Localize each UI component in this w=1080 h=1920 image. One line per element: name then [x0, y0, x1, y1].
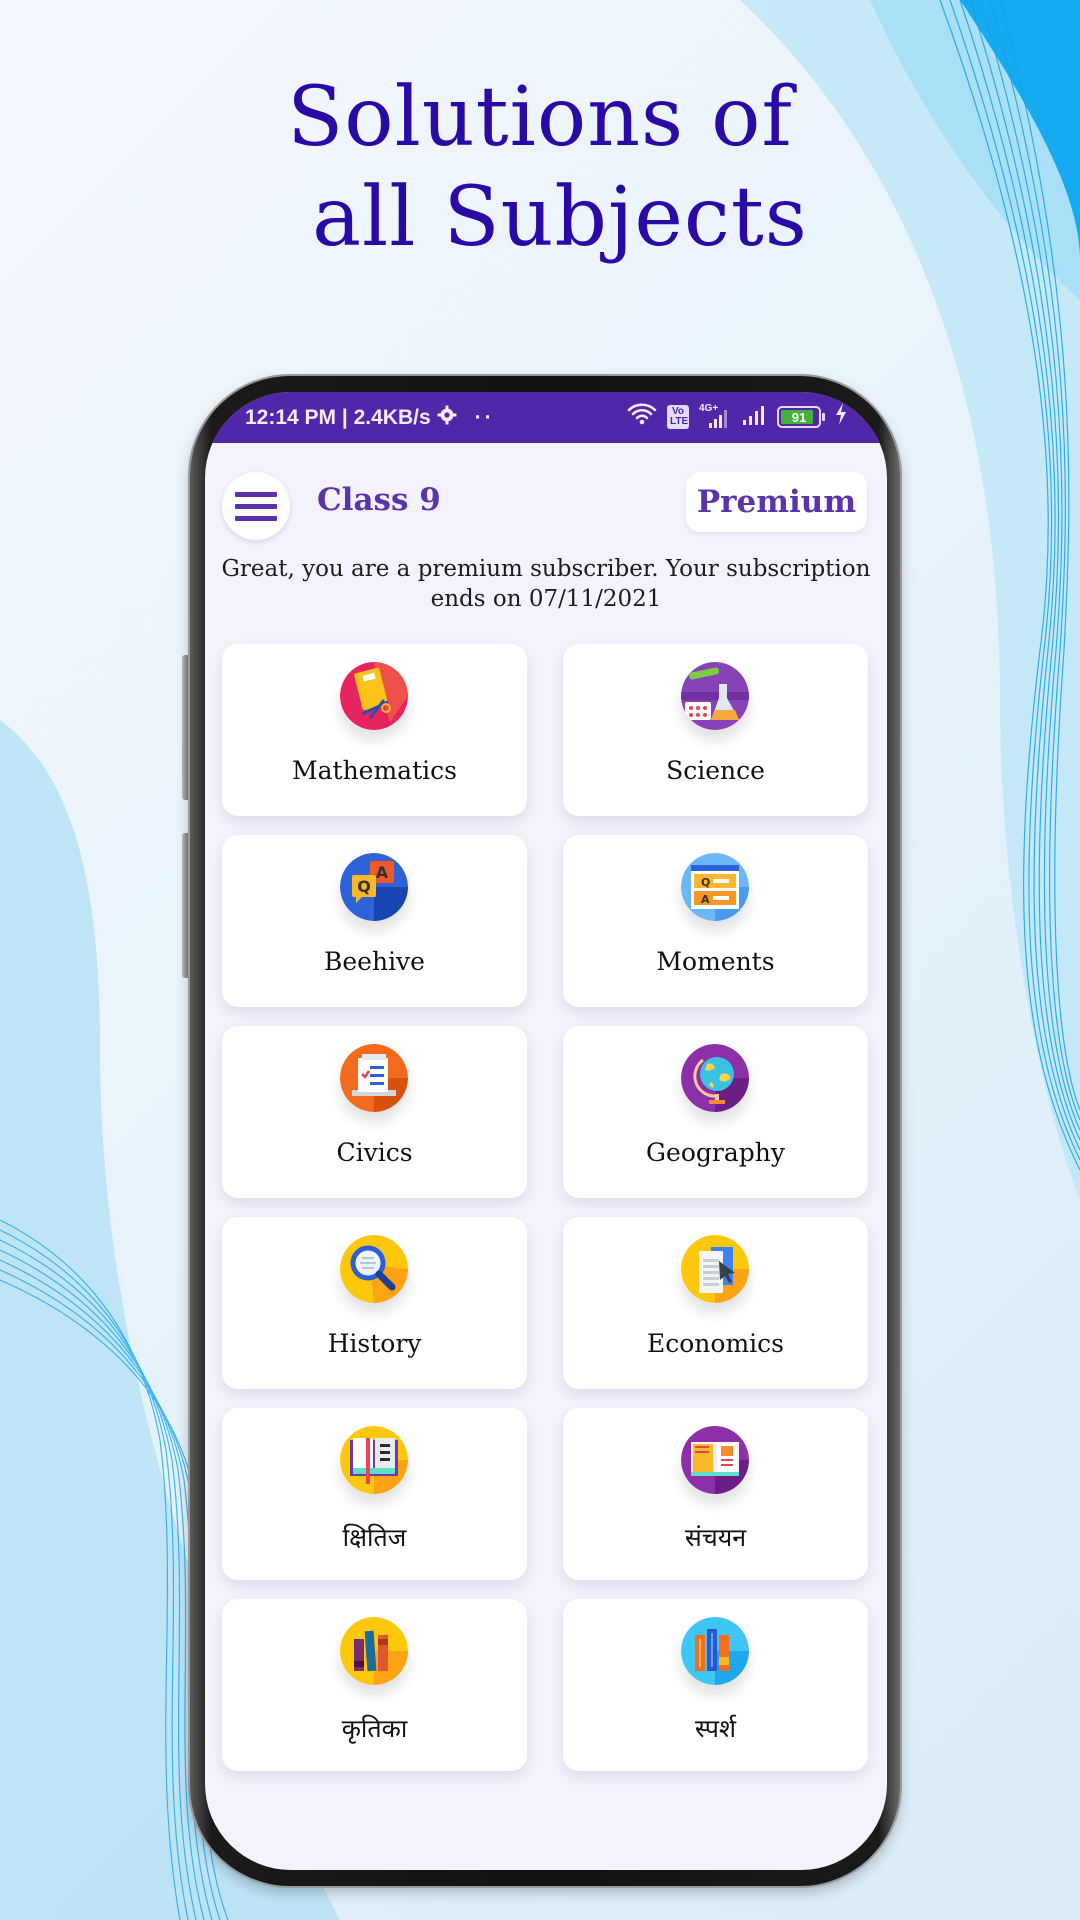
subject-label: Moments: [656, 947, 775, 976]
subject-label: Civics: [336, 1138, 413, 1167]
power-button: [182, 833, 190, 978]
science-lab-icon: [681, 662, 749, 730]
headline-line-2: all Subjects: [312, 170, 808, 265]
subject-card-mathematics[interactable]: Mathematics: [222, 644, 527, 816]
books-shelf-icon: [340, 1617, 408, 1685]
volume-button: [182, 655, 190, 800]
status-time: 12:14 PM | 2.4KB/s: [245, 406, 431, 429]
open-book-icon: [340, 1426, 408, 1494]
subject-card-moments[interactable]: QA Moments: [563, 835, 868, 1007]
signal-icon: [741, 402, 767, 432]
charging-icon: [835, 403, 847, 431]
subject-label: Geography: [646, 1138, 785, 1167]
svg-text:Q: Q: [357, 877, 371, 896]
wifi-icon: [627, 402, 657, 432]
subject-card-sparsh[interactable]: स्पर्श: [563, 1599, 868, 1771]
subject-card-beehive[interactable]: AQ Beehive: [222, 835, 527, 1007]
subject-label: Mathematics: [292, 756, 457, 785]
subject-label: संचयन: [684, 1523, 747, 1552]
subject-label: कृतिका: [341, 1714, 408, 1743]
books-blue-icon: [681, 1617, 749, 1685]
math-book-icon: [340, 662, 408, 730]
subject-label: Beehive: [324, 947, 425, 976]
subject-card-science[interactable]: Science: [563, 644, 868, 816]
magnifier-icon: [340, 1235, 408, 1303]
subject-card-geography[interactable]: Geography: [563, 1026, 868, 1198]
more-dots-icon: ··: [474, 406, 495, 429]
status-bar: 12:14 PM | 2.4KB/s ·· Vo LTE 4G+ 91: [205, 392, 887, 443]
qa-board-icon: QA: [681, 853, 749, 921]
svg-text:A: A: [376, 863, 389, 882]
open-book-purple-icon: [681, 1426, 749, 1494]
svg-text:Q: Q: [701, 876, 710, 889]
subject-card-kritika[interactable]: कृतिका: [222, 1599, 527, 1771]
hamburger-menu-icon: [235, 491, 277, 497]
subject-label: Science: [666, 756, 765, 785]
subject-label: History: [327, 1329, 422, 1358]
premium-button[interactable]: Premium: [686, 472, 867, 532]
qa-chat-icon: AQ: [340, 853, 408, 921]
subject-label: क्षितिज: [342, 1523, 407, 1552]
subject-card-sanchayan[interactable]: संचयन: [563, 1408, 868, 1580]
subject-card-civics[interactable]: Civics: [222, 1026, 527, 1198]
phone-screen: 12:14 PM | 2.4KB/s ·· Vo LTE 4G+ 91 Clas…: [205, 392, 887, 1870]
subject-card-history[interactable]: History: [222, 1217, 527, 1389]
subject-label: स्पर्श: [695, 1714, 736, 1743]
settings-icon: [437, 405, 457, 431]
globe-icon: [681, 1044, 749, 1112]
signal-4g-icon: 4G+: [699, 403, 731, 429]
class-title: Class 9: [317, 482, 441, 518]
hamburger-menu-button[interactable]: [222, 472, 290, 540]
battery-icon: 91: [777, 406, 825, 428]
svg-text:A: A: [701, 893, 710, 906]
subscription-message: Great, you are a premium subscriber. You…: [221, 556, 871, 612]
subject-card-kshitij[interactable]: क्षितिज: [222, 1408, 527, 1580]
subject-card-economics[interactable]: Economics: [563, 1217, 868, 1389]
volte-icon: Vo LTE: [667, 405, 689, 429]
document-cursor-icon: [681, 1235, 749, 1303]
subject-label: Economics: [647, 1329, 784, 1358]
checklist-icon: [340, 1044, 408, 1112]
headline-line-1: Solutions of: [287, 70, 793, 165]
